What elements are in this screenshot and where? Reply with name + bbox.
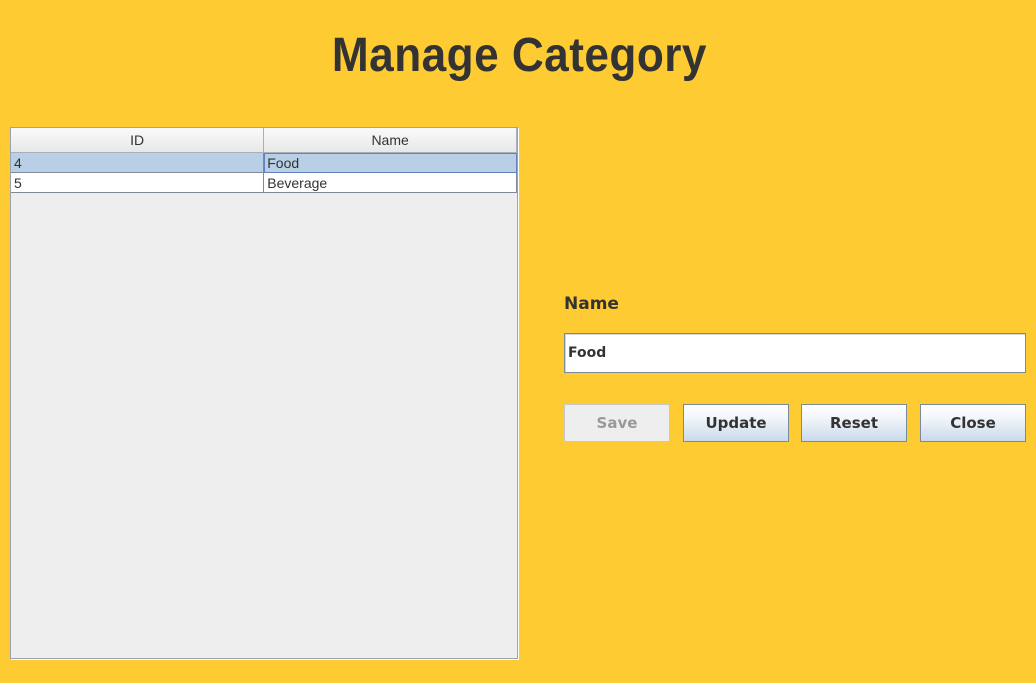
reset-button[interactable]: Reset	[801, 404, 907, 442]
cell-name[interactable]: Beverage	[263, 172, 517, 193]
table-row[interactable]: 4 Food	[11, 152, 517, 173]
save-button[interactable]: Save	[564, 404, 670, 442]
table-header-row: ID Name	[11, 128, 517, 153]
update-button[interactable]: Update	[683, 404, 789, 442]
cell-id[interactable]: 5	[11, 172, 265, 193]
category-table[interactable]: ID Name 4 Food 5 Beverage	[11, 128, 517, 193]
cell-id[interactable]: 4	[11, 152, 265, 173]
column-header-id[interactable]: ID	[11, 128, 265, 153]
name-input[interactable]	[564, 333, 1026, 373]
column-header-name[interactable]: Name	[263, 128, 517, 153]
category-table-panel[interactable]: ID Name 4 Food 5 Beverage	[10, 127, 518, 659]
table-row[interactable]: 5 Beverage	[11, 172, 517, 193]
name-label: Name	[564, 294, 619, 314]
cell-name[interactable]: Food	[263, 152, 517, 173]
close-button[interactable]: Close	[920, 404, 1026, 442]
page-title: Manage Category	[331, 29, 707, 82]
